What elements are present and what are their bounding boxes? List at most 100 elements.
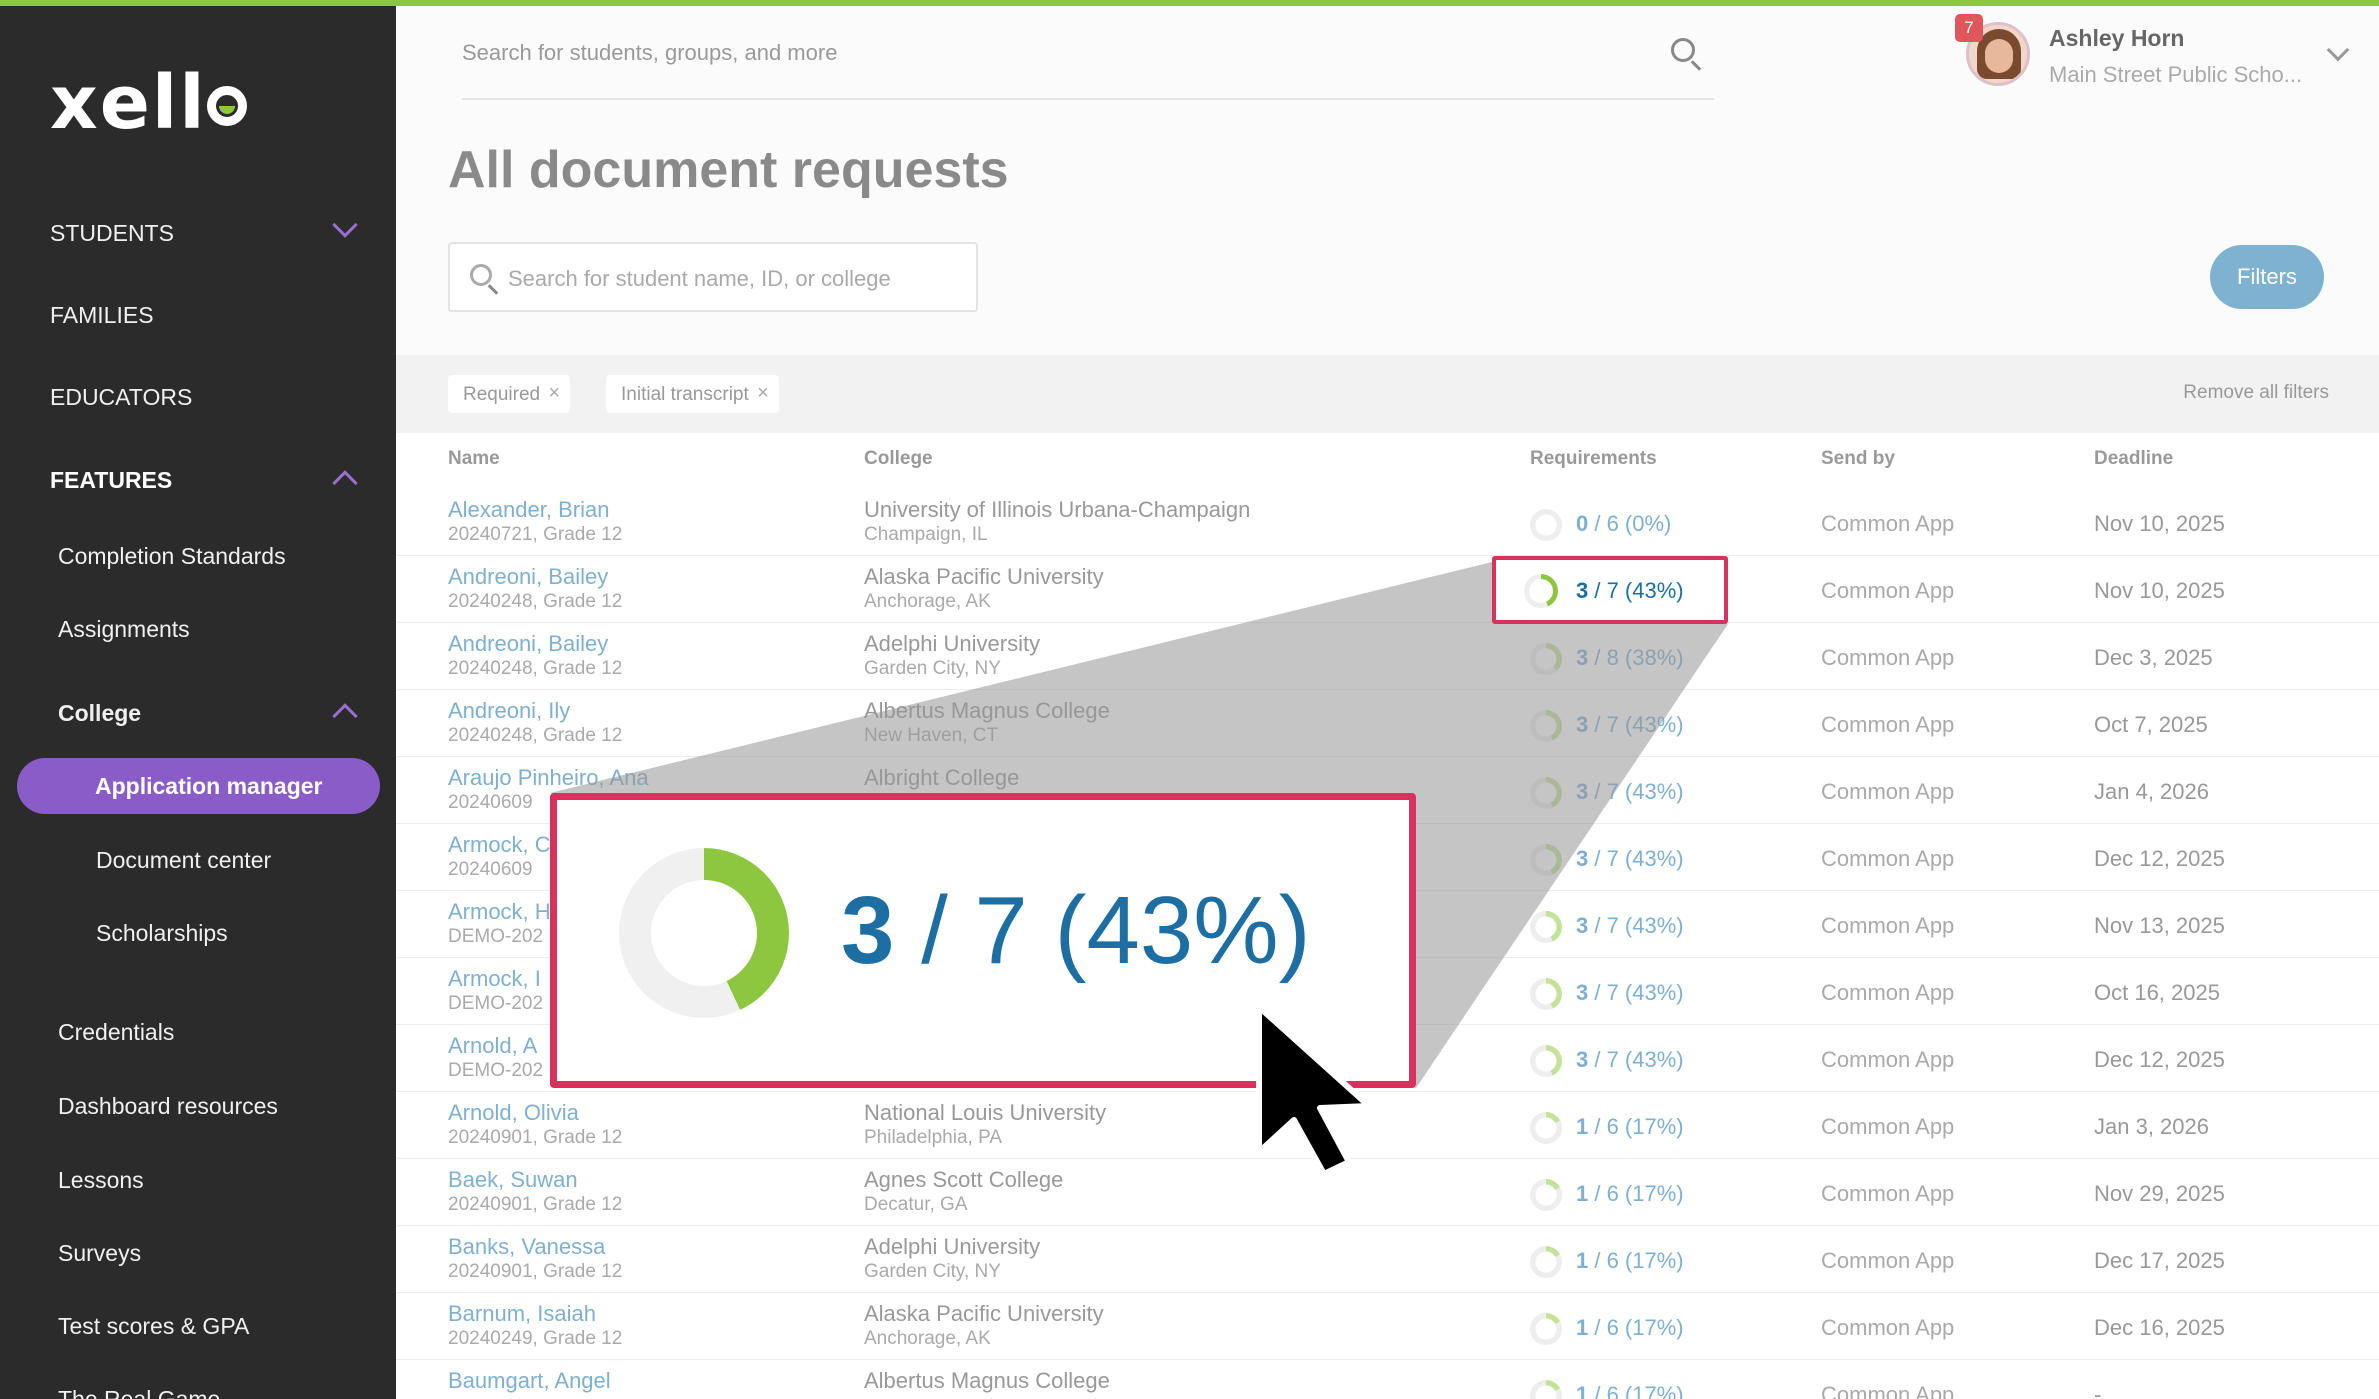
requirement-link[interactable]: 3 / 7 (43%) xyxy=(1576,712,1684,738)
chevron-down-icon[interactable] xyxy=(2326,38,2350,62)
column-header-send-by[interactable]: Send by xyxy=(1821,448,1895,470)
college-location: Champaign, IL xyxy=(864,524,988,545)
table-row[interactable]: Banks, Vanessa 20240901, Grade 12 Adelphi … xyxy=(396,1226,2379,1293)
student-name-link[interactable]: Armock, H xyxy=(448,899,551,925)
sidebar-item-educators[interactable]: EDUCATORS xyxy=(50,384,192,411)
user-school[interactable]: Main Street Public Scho... xyxy=(2049,62,2302,88)
column-header-college[interactable]: College xyxy=(864,448,933,470)
college-name: University of Illinois Urbana-Champaign xyxy=(864,497,1251,522)
sidebar-item-document-center[interactable]: Document center xyxy=(96,847,271,874)
student-name-link[interactable]: Armock, C xyxy=(448,832,551,858)
sidebar-item-credentials[interactable]: Credentials xyxy=(58,1019,174,1046)
sidebar-item-surveys[interactable]: Surveys xyxy=(58,1240,141,1267)
filter-chip-required[interactable]: Required × xyxy=(448,375,571,413)
table-row[interactable]: Andreoni, Bailey 20240248, Grade 12 Alaska… xyxy=(396,556,2379,623)
sidebar-item-application-manager[interactable]: Application manager xyxy=(17,758,380,814)
send-by: Common App xyxy=(1821,712,1955,737)
requirement-link[interactable]: 3 / 7 (43%) xyxy=(1576,1047,1684,1073)
college-name: Agnes Scott College xyxy=(864,1167,1064,1192)
progress-ring xyxy=(1530,1246,1562,1278)
close-icon[interactable]: × xyxy=(548,382,560,405)
filter-chip-initial-transcript[interactable]: Initial transcript × xyxy=(606,375,779,413)
student-name-link[interactable]: Baumgart, Angel xyxy=(448,1368,611,1394)
table-row[interactable]: Andreoni, Ily 20240248, Grade 12 Albertus … xyxy=(396,690,2379,757)
student-name-link[interactable]: Arnold, A xyxy=(448,1033,537,1059)
student-name-link[interactable]: Araujo Pinheiro, Ana xyxy=(448,765,649,791)
column-header-requirements[interactable]: Requirements xyxy=(1530,448,1657,470)
table-row[interactable]: Baumgart, Angel Albertus Magnus College 1 … xyxy=(396,1360,2379,1399)
requirement-link[interactable]: 1 / 6 (17%) xyxy=(1576,1382,1684,1399)
global-search-input[interactable]: Search for students, groups, and more xyxy=(462,40,837,66)
student-name-link[interactable]: Baek, Suwan xyxy=(448,1167,578,1193)
deadline: Oct 7, 2025 xyxy=(2094,712,2208,737)
table-row[interactable]: Alexander, Brian 20240721, Grade 12 Univer… xyxy=(396,489,2379,556)
student-name-link[interactable]: Arnold, Olivia xyxy=(448,1100,579,1126)
student-name-link[interactable]: Andreoni, Ily xyxy=(448,698,570,724)
progress-ring xyxy=(1530,1045,1562,1077)
requirement-link[interactable]: 1 / 6 (17%) xyxy=(1576,1315,1684,1341)
progress-ring xyxy=(619,848,789,1018)
remove-all-filters-link[interactable]: Remove all filters xyxy=(2183,382,2329,404)
sidebar-item-students[interactable]: STUDENTS xyxy=(50,220,174,247)
column-header-name[interactable]: Name xyxy=(448,448,500,470)
requirement-link[interactable]: 3 / 7 (43%) xyxy=(1576,846,1684,872)
sidebar-item-real-game[interactable]: The Real Game xyxy=(58,1386,220,1399)
search-icon[interactable] xyxy=(1671,38,1695,62)
progress-ring xyxy=(1530,911,1562,943)
college-location: Decatur, GA xyxy=(864,1194,968,1215)
requirement-link[interactable]: 3 / 7 (43%) xyxy=(1576,980,1684,1006)
sidebar-item-dashboard-resources[interactable]: Dashboard resources xyxy=(58,1093,278,1120)
send-by: Common App xyxy=(1821,511,1955,536)
chevron-up-icon[interactable] xyxy=(332,470,358,496)
progress-ring xyxy=(1530,1313,1562,1345)
student-name-link[interactable]: Alexander, Brian xyxy=(448,497,609,523)
requirement-text-zoomed: 3 / 7 (43%) xyxy=(841,877,1311,984)
sidebar-item-lessons[interactable]: Lessons xyxy=(58,1167,144,1194)
sidebar-item-scholarships[interactable]: Scholarships xyxy=(96,920,228,947)
send-by: Common App xyxy=(1821,1315,1955,1340)
chevron-down-icon[interactable] xyxy=(332,212,358,238)
student-name-link[interactable]: Barnum, Isaiah xyxy=(448,1301,596,1327)
sidebar-item-test-scores[interactable]: Test scores & GPA xyxy=(58,1313,249,1340)
send-by: Common App xyxy=(1821,1181,1955,1206)
sidebar-item-assignments[interactable]: Assignments xyxy=(58,616,190,643)
send-by: Common App xyxy=(1821,1047,1955,1072)
student-name-link[interactable]: Andreoni, Bailey xyxy=(448,631,608,657)
requirement-link[interactable]: 0 / 6 (0%) xyxy=(1576,511,1671,537)
requirement-link[interactable]: 1 / 6 (17%) xyxy=(1576,1181,1684,1207)
user-name[interactable]: Ashley Horn xyxy=(2049,25,2184,52)
top-accent-line xyxy=(0,0,2379,6)
sidebar-item-features[interactable]: FEATURES xyxy=(50,467,172,494)
sidebar-item-completion-standards[interactable]: Completion Standards xyxy=(58,543,286,570)
requirement-link[interactable]: 1 / 6 (17%) xyxy=(1576,1248,1684,1274)
student-id-grade: DEMO-202 xyxy=(448,993,544,1014)
chip-label: Initial transcript xyxy=(621,384,749,405)
progress-ring xyxy=(1530,777,1562,809)
progress-ring xyxy=(1530,710,1562,742)
requirement-link[interactable]: 1 / 6 (17%) xyxy=(1576,1114,1684,1140)
filters-button[interactable]: Filters xyxy=(2210,245,2324,309)
main-content: Search for students, groups, and more 7 … xyxy=(396,0,2379,1399)
notification-badge[interactable]: 7 xyxy=(1955,14,1983,42)
column-header-deadline[interactable]: Deadline xyxy=(2094,448,2173,470)
requirement-link[interactable]: 3 / 8 (38%) xyxy=(1576,645,1684,671)
close-icon[interactable]: × xyxy=(757,382,769,405)
highlighted-requirement[interactable]: 3 / 7 (43%) xyxy=(1492,556,1728,624)
student-name-link[interactable]: Banks, Vanessa xyxy=(448,1234,605,1260)
table-row[interactable]: Andreoni, Bailey 20240248, Grade 12 Adelph… xyxy=(396,623,2379,690)
sidebar-item-college[interactable]: College xyxy=(58,700,141,727)
chevron-up-icon[interactable] xyxy=(332,703,358,729)
sidebar-item-families[interactable]: FAMILIES xyxy=(50,302,154,329)
requirement-link[interactable]: 3 / 7 (43%) xyxy=(1576,913,1684,939)
requirement-link[interactable]: 3 / 7 (43%) xyxy=(1576,779,1684,805)
student-search-input[interactable]: Search for student name, ID, or college xyxy=(448,242,978,312)
student-name-link[interactable]: Andreoni, Bailey xyxy=(448,564,608,590)
student-name-link[interactable]: Armock, I xyxy=(448,966,541,992)
deadline: Nov 29, 2025 xyxy=(2094,1181,2225,1206)
xello-logo[interactable]: xell xyxy=(50,60,247,146)
student-id-grade: 20240248, Grade 12 xyxy=(448,658,623,679)
deadline: Dec 12, 2025 xyxy=(2094,1047,2225,1072)
send-by: Common App xyxy=(1821,645,1955,670)
table-row[interactable]: Barnum, Isaiah 20240249, Grade 12 Alaska P… xyxy=(396,1293,2379,1360)
deadline: Nov 10, 2025 xyxy=(2094,578,2225,603)
